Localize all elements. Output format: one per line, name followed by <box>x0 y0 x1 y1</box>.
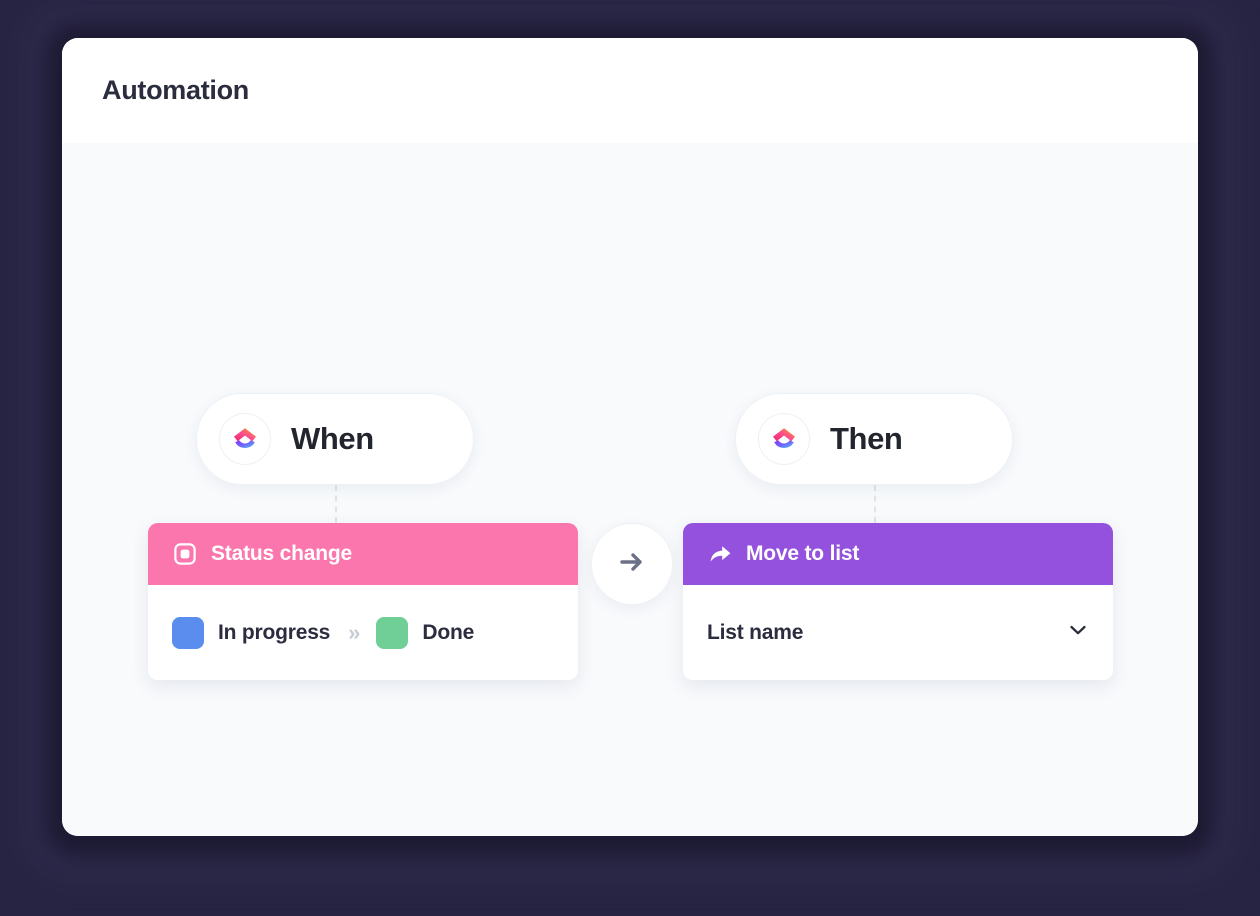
status-to-swatch <box>376 616 409 649</box>
status-to[interactable]: Done <box>376 616 475 649</box>
app-window: Automation When Status change In progres… <box>62 38 1198 836</box>
when-connector-line <box>335 485 337 523</box>
status-to-label: Done <box>422 620 475 644</box>
trigger-card-body: In progress » Done <box>148 585 578 680</box>
trigger-card-header: Status change <box>148 523 578 585</box>
trigger-card-title: Status change <box>211 542 352 565</box>
when-pill-label: When <box>291 421 374 456</box>
action-card-title: Move to list <box>746 542 860 565</box>
clickup-logo-icon <box>219 413 271 465</box>
arrow-right-icon <box>614 544 650 585</box>
automation-branch-then: Then Move to list List name <box>683 393 1113 680</box>
action-card[interactable]: Move to list List name <box>683 523 1113 680</box>
automation-canvas: When Status change In progress » Done Th… <box>62 143 1198 836</box>
list-select[interactable]: List name <box>683 585 1113 680</box>
action-card-header: Move to list <box>683 523 1113 585</box>
then-pill-label: Then <box>830 421 903 456</box>
automation-branch-when: When Status change In progress » Done <box>148 393 578 680</box>
window-header: Automation <box>62 38 1198 143</box>
status-from-swatch <box>172 616 204 649</box>
page-title: Automation <box>102 75 249 105</box>
status-from[interactable]: In progress <box>172 616 331 649</box>
trigger-card[interactable]: Status change In progress » Done <box>148 523 578 680</box>
status-square-icon <box>172 541 198 567</box>
flow-arrow-button[interactable] <box>591 523 673 605</box>
then-connector-line <box>874 485 876 523</box>
status-from-label: In progress <box>218 620 331 644</box>
list-select-value: List name <box>707 620 804 644</box>
status-transition-separator-icon: » <box>348 619 360 645</box>
clickup-logo-icon <box>758 413 810 465</box>
chevron-down-icon[interactable] <box>1067 619 1089 646</box>
then-pill[interactable]: Then <box>735 393 1013 485</box>
when-pill[interactable]: When <box>196 393 474 485</box>
share-arrow-icon <box>707 541 733 567</box>
